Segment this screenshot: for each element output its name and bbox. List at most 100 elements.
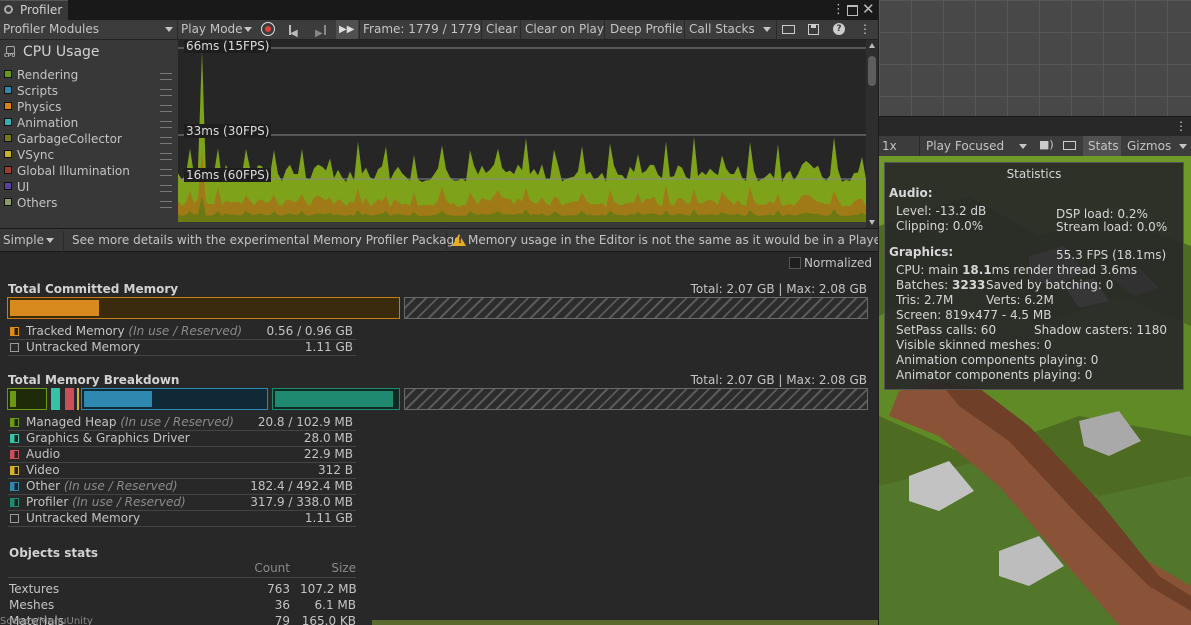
objects-count-header: Count [254, 561, 290, 575]
cpu-module-item[interactable]: UI [4, 179, 29, 195]
profiler-menu-button[interactable]: ⋮ [859, 20, 871, 39]
cpu-module-item[interactable]: Rendering [4, 67, 78, 83]
objects-stats-title: Objects stats [9, 546, 99, 560]
objects-size-header: Size [331, 561, 356, 575]
video-segment [77, 388, 79, 410]
memory-legend-row: Profiler (In use / Reserved) 317.9 / 338.… [10, 494, 353, 510]
object-type: Textures [9, 582, 60, 596]
cpu-module-item-label: Rendering [17, 68, 79, 82]
next-frame-button[interactable]: ▶ [312, 20, 330, 39]
profiler-modules-label: Profiler Modules [3, 22, 99, 36]
shadow-casters: Shadow casters: 1180 [1034, 323, 1168, 337]
other-segment [81, 388, 268, 410]
play-mode-dropdown[interactable]: Play Mode [178, 20, 256, 39]
call-stacks-button[interactable]: Call Stacks [689, 20, 775, 39]
cpu-module-item[interactable]: GarbageCollector [4, 131, 122, 147]
legend-value: 317.9 / 338.0 MB [250, 495, 353, 509]
clear-on-play-button[interactable]: Clear on Play [525, 20, 604, 39]
normalized-checkbox[interactable] [789, 257, 801, 269]
clear-button[interactable]: Clear [486, 20, 517, 39]
cpu-icon: CPU [4, 46, 16, 59]
cpu-usage-chart[interactable]: 66ms (15FPS) 33ms (30FPS) 16ms (60FPS) [178, 40, 866, 222]
cpu-module-item[interactable]: Others [4, 195, 57, 211]
tracked-memory-fill [10, 300, 99, 316]
animator-components: Animator components playing: 0 [896, 368, 1093, 382]
object-size: 6.1 MB [314, 598, 356, 612]
batches: Batches: 3233 [896, 278, 986, 292]
drag-handle-icon[interactable] [160, 185, 172, 192]
drag-handle-icon[interactable] [160, 137, 172, 144]
scene-strip [372, 620, 878, 625]
breakdown-title: Total Memory Breakdown [8, 373, 180, 387]
dsp-load: DSP load: 0.2% [1056, 207, 1148, 221]
load-button[interactable] [780, 20, 798, 39]
legend-label: Graphics & Graphics Driver [26, 431, 190, 445]
stats-toggle[interactable]: Stats [1083, 136, 1121, 156]
memory-profiler-link[interactable]: See more details with the experimental M… [72, 231, 465, 250]
legend-sublabel: (In use / Reserved) [72, 495, 186, 509]
chart-scrollbar[interactable] [866, 40, 878, 228]
maximize-icon[interactable] [847, 5, 858, 16]
legend-swatch [10, 514, 19, 523]
footer-clipped-text: Scenes/MenuUnity [0, 616, 93, 625]
object-size: 107.2 MB [300, 582, 357, 596]
play-focused-dropdown[interactable]: Play Focused [921, 136, 1029, 156]
gizmos-dropdown[interactable]: Gizmos [1124, 136, 1191, 156]
saved-by-batching: Saved by batching: 0 [986, 278, 1114, 292]
drag-handle-icon[interactable] [160, 89, 172, 96]
more-options-icon[interactable]: ⋮ [1175, 119, 1187, 133]
help-button[interactable]: ? [832, 20, 846, 39]
deep-profile-button[interactable]: Deep Profile [610, 20, 683, 39]
cpu-module-item[interactable]: Scripts [4, 83, 58, 99]
memory-legend-row: Audio 22.9 MB [10, 446, 353, 462]
scroll-thumb[interactable] [868, 56, 876, 86]
drag-handle-icon[interactable] [160, 169, 172, 176]
more-options-icon[interactable]: ⋮ [832, 2, 845, 17]
legend-swatch [10, 418, 19, 427]
cpu-module-item[interactable]: Physics [4, 99, 61, 115]
keyboard-icon[interactable] [1063, 141, 1076, 150]
profiler-segment [272, 388, 400, 410]
view-mode-dropdown[interactable]: Simple [0, 231, 62, 250]
graphics-header: Graphics: [889, 245, 954, 259]
scale-label[interactable]: 1x [882, 139, 897, 153]
profiler-tab[interactable]: Profiler [0, 0, 68, 20]
audio-level: Level: -13.2 dB [896, 204, 987, 218]
drag-handle-icon[interactable] [160, 73, 172, 80]
profiler-modules-dropdown[interactable]: Profiler Modules [0, 20, 176, 39]
save-button[interactable] [806, 20, 822, 39]
line-label-66ms: 66ms (15FPS) [184, 40, 272, 53]
legend-value: 28.0 MB [303, 431, 353, 445]
close-icon[interactable]: ✕ [862, 0, 875, 18]
memory-legend-row: Other (In use / Reserved) 182.4 / 492.4 M… [10, 478, 353, 494]
legend-label: Video [26, 463, 60, 477]
legend-sublabel: (In use / Reserved) [120, 415, 234, 429]
cpu-usage-module[interactable]: CPU CPU Usage Rendering Scripts Physics Ani… [0, 40, 178, 222]
drag-handle-icon[interactable] [160, 121, 172, 128]
record-button[interactable] [259, 20, 279, 39]
current-frame-button[interactable]: ▶▶ [336, 20, 358, 39]
cpu-module-item[interactable]: Animation [4, 115, 78, 131]
drag-handle-icon[interactable] [160, 105, 172, 112]
legend-swatch [10, 343, 19, 352]
cpu-module-item-label: Others [17, 196, 58, 210]
cpu-module-item[interactable]: VSync [4, 147, 54, 163]
cpu-module-item-label: UI [17, 180, 30, 194]
legend-value: 1.11 GB [304, 340, 353, 354]
audio-mute-icon[interactable]: ■) [1039, 138, 1054, 151]
legend-label: Audio [26, 447, 61, 461]
line-label-16ms: 16ms (60FPS) [184, 168, 272, 182]
drag-handle-icon[interactable] [160, 201, 172, 208]
normalized-label: Normalized [804, 256, 873, 270]
legend-swatch [10, 327, 19, 336]
screen-info: Screen: 819x477 - 4.5 MB [896, 308, 1052, 322]
memory-legend-row: Managed Heap (In use / Reserved) 20.8 / 1… [10, 414, 353, 430]
drag-handle-icon[interactable] [160, 153, 172, 160]
legend-swatch [10, 498, 19, 507]
game-view-toolbar: 1x Play Focused ■) Stats Gizmos [879, 136, 1191, 156]
legend-label: Profiler [26, 495, 69, 509]
color-swatch [4, 198, 12, 206]
cpu-module-item[interactable]: Global Illumination [4, 163, 130, 179]
breakdown-total: Total: 2.07 GB | Max: 2.08 GB [690, 373, 867, 387]
first-frame-button[interactable]: ◀ [286, 20, 304, 39]
